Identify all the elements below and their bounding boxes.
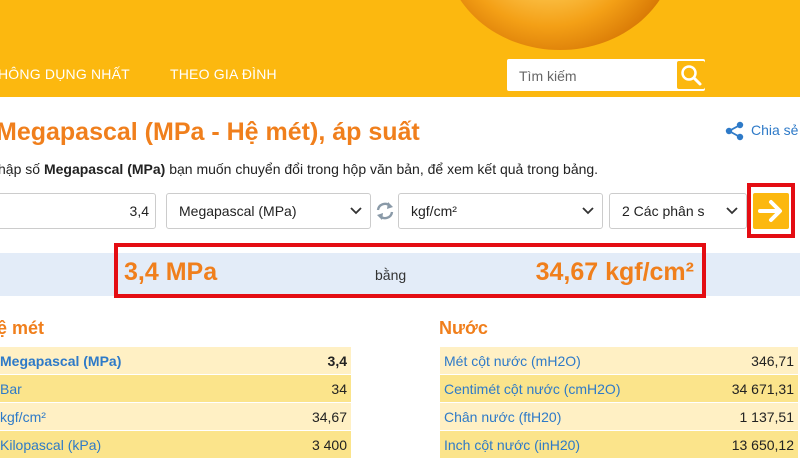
table-row[interactable]: Mét cột nước (mH2O) 346,71 [440,347,798,374]
unit-link[interactable]: Chân nước (ftH20) [444,409,561,425]
chevron-down-icon [726,207,738,215]
from-unit-select[interactable]: Megapascal (MPa) [166,193,371,229]
unit-value: 34 [331,381,347,397]
decimals-value: 2 Các phân s [622,203,705,219]
chevron-down-icon [350,207,362,215]
unit-link[interactable]: Megapascal (MPa) [0,353,121,369]
nav-item-family[interactable]: THEO GIA ĐÌNH [170,66,277,82]
swap-units-button[interactable] [374,200,396,222]
table-row[interactable]: Inch cột nước (inH20) 13 650,12 [440,431,798,458]
search-box [507,59,705,93]
metric-table: Megapascal (MPa) 3,4 Bar 34 kgf/cm² 34,6… [0,347,351,459]
instructions-pre: hập số [0,161,44,177]
table-row[interactable]: Kilopascal (kPa) 3 400 [0,431,351,458]
page-title: Megapascal (MPa - Hệ mét), áp suất [0,118,420,146]
unit-value: 34 671,31 [731,381,794,397]
sun-decoration [445,0,675,50]
table-row[interactable]: Chân nước (ftH20) 1 137,51 [440,403,798,430]
table-row[interactable]: Megapascal (MPa) 3,4 [0,347,351,374]
from-unit-value: Megapascal (MPa) [179,203,297,219]
arrow-right-icon [758,200,782,222]
share-label: Chia sẻ [751,122,799,138]
unit-link[interactable]: Bar [0,381,22,397]
share-icon [725,121,744,141]
unit-value: 346,71 [751,353,794,369]
water-section-title: Nước [439,318,488,338]
unit-link[interactable]: Kilopascal (kPa) [0,437,101,453]
result-highlight [114,243,706,298]
search-button[interactable] [677,61,705,89]
search-icon [681,65,702,86]
instructions-post: bạn muốn chuyển đổi trong hộp văn bản, đ… [165,161,599,177]
water-table: Mét cột nước (mH2O) 346,71 Centimét cột … [440,347,798,459]
value-input[interactable] [0,193,156,229]
unit-value: 1 137,51 [739,409,795,425]
metric-section-title: ệ mét [0,318,45,338]
unit-value: 13 650,12 [731,437,794,453]
nav-item-popular[interactable]: HÔNG DỤNG NHẤT [0,66,130,82]
unit-value: 3 400 [311,437,347,453]
to-unit-select[interactable]: kgf/cm² [398,193,603,229]
unit-link[interactable]: Centimét cột nước (cmH2O) [444,381,620,397]
chevron-down-icon [582,207,594,215]
instructions-unit: Megapascal (MPa) [43,161,166,177]
unit-value: 3,4 [327,353,347,369]
table-row[interactable]: kgf/cm² 34,67 [0,403,351,430]
decimals-select[interactable]: 2 Các phân s [609,193,747,229]
instructions-text: hập số Megapascal (MPa) bạn muốn chuyển … [0,161,598,177]
swap-icon [376,202,394,220]
unit-link[interactable]: Mét cột nước (mH2O) [444,353,581,369]
unit-value: 34,67 [311,409,347,425]
unit-link[interactable]: Inch cột nước (inH20) [444,437,580,453]
to-unit-value: kgf/cm² [411,203,457,219]
table-row[interactable]: Centimét cột nước (cmH2O) 34 671,31 [440,375,798,402]
table-row[interactable]: Bar 34 [0,375,351,402]
unit-link[interactable]: kgf/cm² [0,409,46,425]
header-banner [0,0,800,52]
convert-button[interactable] [753,193,789,229]
search-input[interactable] [507,59,681,93]
